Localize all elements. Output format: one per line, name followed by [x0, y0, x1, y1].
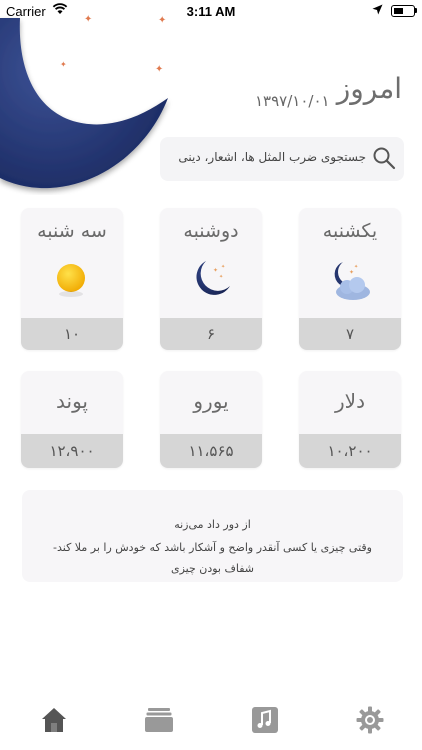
day-card-sunday[interactable]: یکشنبه ✦ ✦ ۷ [299, 208, 401, 350]
day-name: دوشنبه [183, 220, 239, 242]
proverb-title: از دور داد می‌زنه [174, 518, 251, 531]
location-arrow-icon [372, 4, 383, 15]
currency-card-pound[interactable]: پوند ۱۲،۹۰۰ [21, 371, 123, 468]
svg-text:✦: ✦ [213, 267, 218, 274]
day-name: یکشنبه [322, 220, 378, 242]
crescent-moon-decoration: ✦ ✦ ✦ ✦ [0, 14, 168, 189]
currency-name: پوند [56, 389, 88, 413]
svg-text:✦: ✦ [354, 264, 358, 270]
current-date: ۱۳۹۷/۱۰/۰۱ [255, 92, 330, 110]
status-bar: Carrier 3:11 AM [0, 0, 422, 22]
currency-value: ۱۱،۵۶۵ [160, 434, 262, 468]
currency-value: ۱۰،۲۰۰ [299, 434, 401, 468]
svg-text:✦: ✦ [60, 60, 67, 69]
day-value: ۶ [160, 318, 262, 350]
proverb-meaning: وقتی چیزی یا کسی آنقدر واضح و آشکار باشد… [53, 541, 372, 554]
proverb-meaning-2: شفاف بودن چیزی [170, 562, 255, 575]
page-title: امروز [336, 72, 402, 105]
settings-icon[interactable] [355, 705, 385, 735]
currency-name: دلار [335, 389, 365, 413]
battery-icon [391, 5, 415, 17]
search-placeholder[interactable]: جستجوی ضرب المثل ها، اشعار، دینی [178, 150, 366, 164]
proverb-card[interactable]: از دور داد می‌زنه وقتی چیزی یا کسی آنقدر… [22, 490, 403, 582]
day-card-tuesday[interactable]: سه شنبه ۱۰ [21, 208, 123, 350]
svg-text:✦: ✦ [349, 269, 354, 276]
currency-value: ۱۲،۹۰۰ [21, 434, 123, 468]
svg-text:✦: ✦ [219, 274, 223, 280]
day-card-monday[interactable]: دوشنبه ✦ ✦ ✦ ۶ [160, 208, 262, 350]
clock: 3:11 AM [186, 4, 236, 19]
search-bar[interactable]: جستجوی ضرب المثل ها، اشعار، دینی [160, 137, 404, 181]
moon-stars-icon: ✦ ✦ ✦ [196, 261, 230, 295]
day-name: سه شنبه [37, 220, 107, 242]
home-icon[interactable] [39, 705, 69, 735]
currency-card-euro[interactable]: یورو ۱۱،۵۶۵ [160, 371, 262, 468]
tab-bar [0, 692, 422, 750]
music-icon[interactable] [250, 705, 280, 735]
day-value: ۱۰ [21, 318, 123, 350]
moon-cloud-icon: ✦ ✦ [334, 262, 370, 300]
day-value: ۷ [299, 318, 401, 350]
battery-tip [415, 8, 417, 13]
search-icon[interactable] [372, 146, 396, 170]
cards-icon[interactable] [144, 705, 174, 735]
currency-card-dollar[interactable]: دلار ۱۰،۲۰۰ [299, 371, 401, 468]
sun-icon [57, 264, 85, 297]
currency-name: یورو [193, 389, 229, 413]
svg-text:✦: ✦ [221, 264, 225, 270]
svg-text:✦: ✦ [155, 64, 163, 75]
